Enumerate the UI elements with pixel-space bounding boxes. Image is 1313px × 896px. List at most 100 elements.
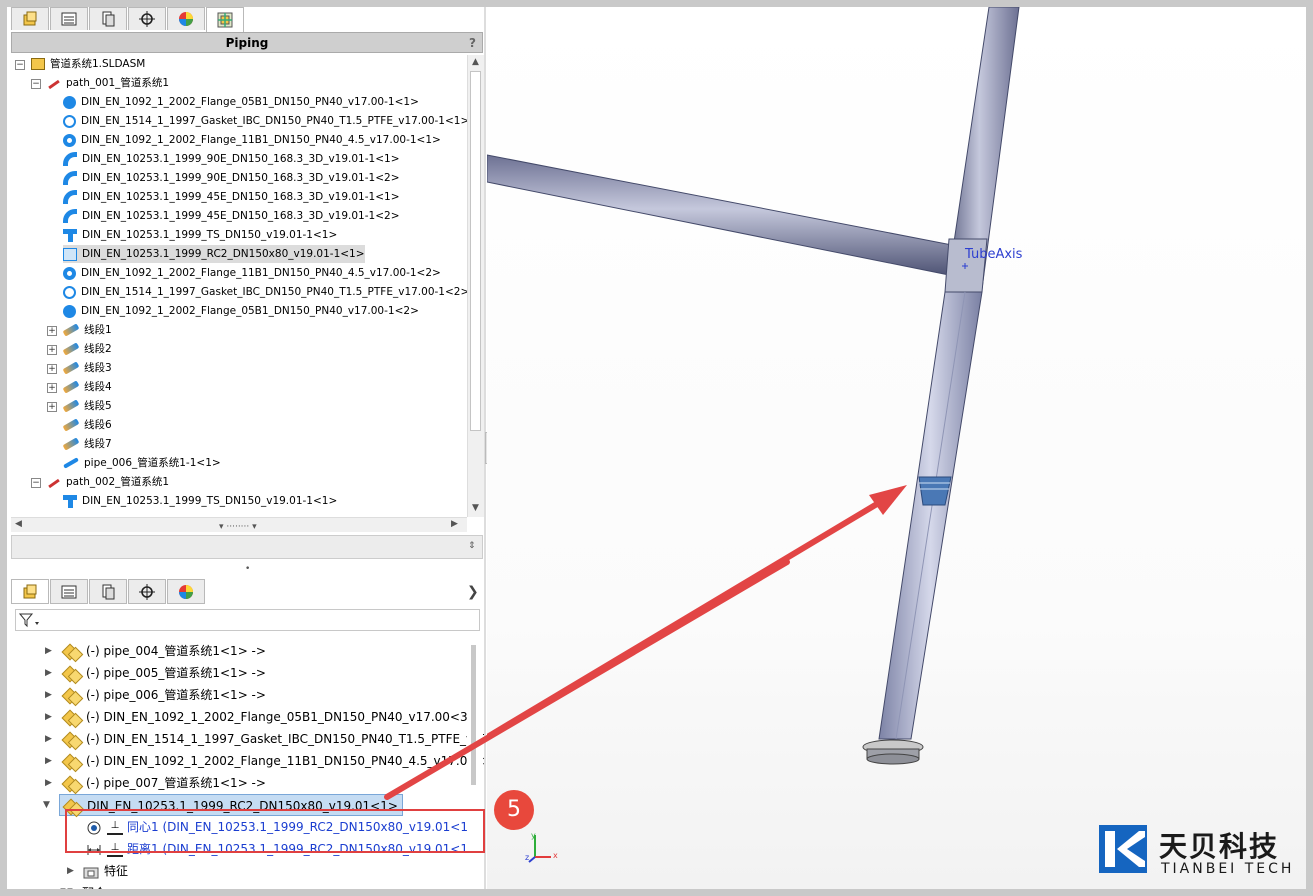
tree-component[interactable]: (-) DIN_EN_1514_1_1997_Gasket_IBC_DN150_… — [63, 728, 485, 750]
tab-dimxpert[interactable] — [128, 579, 166, 604]
scroll-down-icon[interactable]: ▼ — [472, 503, 479, 513]
collapse-toggle[interactable]: − — [31, 79, 41, 89]
tree-fitting[interactable]: DIN_EN_10253.1_1999_TS_DN150_v19.01-1<1> — [63, 492, 337, 510]
scroll-thumb[interactable] — [471, 645, 476, 785]
property-manager-icon — [61, 12, 77, 26]
expand-toggle[interactable]: + — [47, 402, 57, 412]
tree-pipe[interactable]: pipe_006_管道系统1-1<1> — [63, 454, 221, 472]
tree-component[interactable]: (-) pipe_006_管道系统1<1> -> — [63, 684, 266, 706]
tree-fitting[interactable]: DIN_EN_10253.1_1999_90E_DN150_168.3_3D_v… — [63, 150, 400, 168]
scroll-up-icon[interactable]: ▲ — [472, 57, 479, 67]
tab-property-manager[interactable] — [50, 7, 88, 30]
route-tree-scrollbar[interactable]: ▲ ▼ — [467, 55, 484, 517]
caret-right-icon[interactable]: ▶ — [45, 646, 52, 656]
graphics-viewport[interactable]: TubeAxis y x z — [487, 7, 1306, 889]
tree-route-path[interactable]: path_002_管道系统1 — [47, 473, 169, 491]
tree-segment[interactable]: 线段6 — [62, 416, 112, 434]
tree-root[interactable]: 管道系统1.SLDASM — [31, 55, 145, 73]
caret-right-icon[interactable]: ▶ — [45, 756, 52, 766]
expand-toggle[interactable]: + — [47, 326, 57, 336]
tree-component[interactable]: (-) DIN_EN_1092_1_2002_Flange_05B1_DN150… — [63, 706, 478, 728]
tree-filter[interactable] — [15, 609, 480, 631]
caret-right-icon[interactable]: ▶ — [45, 778, 52, 788]
scroll-left-icon[interactable]: ◀ — [15, 519, 22, 529]
scroll-thumb[interactable] — [470, 71, 481, 431]
panel-title: Piping — [225, 36, 269, 50]
expand-toggle[interactable]: + — [47, 345, 57, 355]
part-icon — [63, 710, 81, 726]
step-number-badge: 5 — [494, 790, 534, 830]
tab-display-manager[interactable] — [167, 579, 205, 604]
chevron-right-icon[interactable]: ❯ — [467, 584, 479, 600]
tree-component[interactable]: (-) pipe_004_管道系统1<1> -> — [63, 640, 266, 662]
tab-configuration-manager[interactable] — [89, 7, 127, 30]
caret-right-icon[interactable]: ▶ — [45, 712, 52, 722]
caret-right-icon[interactable]: ▶ — [45, 668, 52, 678]
panel-splitter[interactable]: ⇕ — [11, 535, 483, 559]
tree-fitting[interactable]: DIN_EN_1092_1_2002_Flange_11B1_DN150_PN4… — [63, 131, 441, 149]
tab-configuration-manager[interactable] — [89, 579, 127, 604]
assembly-icon — [31, 58, 45, 70]
segment-icon — [62, 380, 80, 394]
tree-segment[interactable]: 线段3 — [62, 359, 112, 377]
collapse-toggle[interactable]: − — [31, 478, 41, 488]
pipe-model[interactable] — [487, 7, 1306, 889]
dimxpert-icon — [139, 583, 155, 600]
caret-right-icon[interactable]: ▶ — [43, 888, 50, 889]
caret-right-icon[interactable]: ▶ — [67, 866, 74, 876]
tab-property-manager[interactable] — [50, 579, 88, 604]
logo-brand: 天贝科技 — [1159, 830, 1280, 863]
tree-segment[interactable]: 线段7 — [62, 435, 112, 453]
tree-fitting[interactable]: DIN_EN_1092_1_2002_Flange_05B1_DN150_PN4… — [63, 93, 419, 111]
segment-icon — [62, 437, 80, 451]
tab-routing-library[interactable] — [206, 7, 244, 32]
tree-component[interactable]: (-) pipe_005_管道系统1<1> -> — [63, 662, 266, 684]
elbow-icon — [63, 190, 77, 204]
spin-icon[interactable]: ⇕ — [468, 541, 476, 551]
tree-segment[interactable]: 线段1 — [62, 321, 112, 339]
part-icon — [63, 666, 81, 682]
caret-right-icon[interactable]: ▶ — [45, 690, 52, 700]
tree-fitting[interactable]: DIN_EN_1092_1_2002_Flange_05B1_DN150_PN4… — [63, 302, 419, 320]
flange-ring-icon — [63, 266, 76, 280]
resize-grip-icon[interactable]: ▾ ········ ▾ — [219, 522, 257, 532]
tree-segment[interactable]: 线段4 — [62, 378, 112, 396]
tab-dimxpert[interactable] — [128, 7, 166, 30]
tree-fitting[interactable]: DIN_EN_1092_1_2002_Flange_11B1_DN150_PN4… — [63, 264, 441, 282]
tree-component[interactable]: (-) pipe_007_管道系统1<1> -> — [63, 772, 266, 794]
splitter-dot-icon[interactable]: • — [245, 564, 250, 574]
part-icon — [63, 688, 81, 704]
tree-fitting[interactable]: DIN_EN_1514_1_1997_Gasket_IBC_DN150_PN40… — [63, 283, 467, 301]
features-folder[interactable]: 特征 — [83, 860, 128, 882]
collapse-toggle[interactable]: − — [15, 60, 25, 70]
tree-route-path[interactable]: path_001_管道系统1 — [47, 74, 169, 92]
tree-fitting[interactable]: DIN_EN_10253.1_1999_TS_DN150_v19.01-1<1> — [63, 226, 337, 244]
routing-library-icon — [217, 12, 233, 28]
tube-axis-label[interactable]: TubeAxis — [965, 247, 1022, 262]
tab-feature-manager[interactable] — [11, 579, 49, 604]
tree-fitting[interactable]: DIN_EN_10253.1_1999_45E_DN150_168.3_3D_v… — [63, 207, 400, 225]
reducer-icon — [63, 247, 77, 261]
expand-toggle[interactable]: + — [47, 364, 57, 374]
tab-feature-manager[interactable] — [11, 7, 49, 30]
help-button[interactable]: ? — [469, 33, 476, 53]
pipe-icon — [63, 457, 79, 469]
scroll-right-icon[interactable]: ▶ — [451, 519, 458, 529]
caret-down-icon[interactable]: ▼ — [43, 800, 50, 810]
tree-fitting[interactable]: DIN_EN_10253.1_1999_RC2_DN150x80_v19.01-… — [63, 245, 365, 263]
mates-folder[interactable]: 配合 — [59, 882, 106, 889]
caret-right-icon[interactable]: ▶ — [45, 734, 52, 744]
highlight-box — [65, 809, 485, 853]
tab-display-manager[interactable] — [167, 7, 205, 30]
tree-fitting[interactable]: DIN_EN_10253.1_1999_45E_DN150_168.3_3D_v… — [63, 188, 400, 206]
mates-folder-icon — [60, 888, 73, 889]
tree-fitting[interactable]: DIN_EN_10253.1_1999_90E_DN150_168.3_3D_v… — [63, 169, 400, 187]
route-tree-hscrollbar[interactable]: ◀ ▶ ▾ ········ ▾ — [11, 517, 467, 532]
elbow-icon — [63, 171, 77, 185]
tree-segment[interactable]: 线段2 — [62, 340, 112, 358]
tree-fitting[interactable]: DIN_EN_1514_1_1997_Gasket_IBC_DN150_PN40… — [63, 112, 467, 130]
expand-toggle[interactable]: + — [47, 383, 57, 393]
tree-component[interactable]: (-) DIN_EN_1092_1_2002_Flange_11B1_DN150… — [63, 750, 485, 772]
tree-segment[interactable]: 线段5 — [62, 397, 112, 415]
feature-manager-icon — [23, 11, 37, 26]
